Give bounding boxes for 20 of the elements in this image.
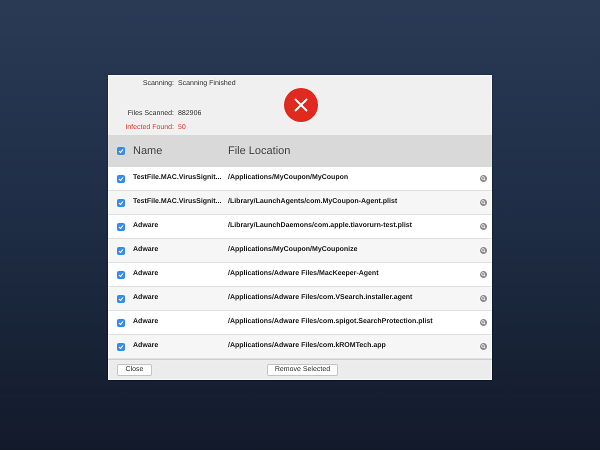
error-icon: [284, 88, 318, 122]
magnifier-icon[interactable]: [480, 175, 487, 182]
magnifier-icon[interactable]: [480, 343, 487, 350]
row-checkbox[interactable]: [116, 318, 124, 326]
row-checkbox[interactable]: [116, 174, 124, 182]
magnifier-icon[interactable]: [480, 271, 487, 278]
column-header[interactable]: File Location: [228, 142, 290, 160]
row-checkbox[interactable]: [116, 222, 124, 230]
row-checkbox[interactable]: [116, 294, 124, 302]
magnifier-icon[interactable]: [480, 223, 487, 230]
row-checkbox[interactable]: [116, 246, 124, 254]
magnifier-icon[interactable]: [480, 199, 487, 206]
magnifier-icon[interactable]: [480, 295, 487, 302]
column-header[interactable]: Name: [133, 142, 228, 160]
row-checkbox[interactable]: [116, 198, 124, 206]
magnifier-icon[interactable]: [480, 247, 487, 254]
row-checkbox[interactable]: [116, 342, 124, 350]
magnifier-icon[interactable]: [480, 319, 487, 326]
select-all-checkbox[interactable]: [116, 147, 124, 155]
row-checkbox[interactable]: [116, 270, 124, 278]
